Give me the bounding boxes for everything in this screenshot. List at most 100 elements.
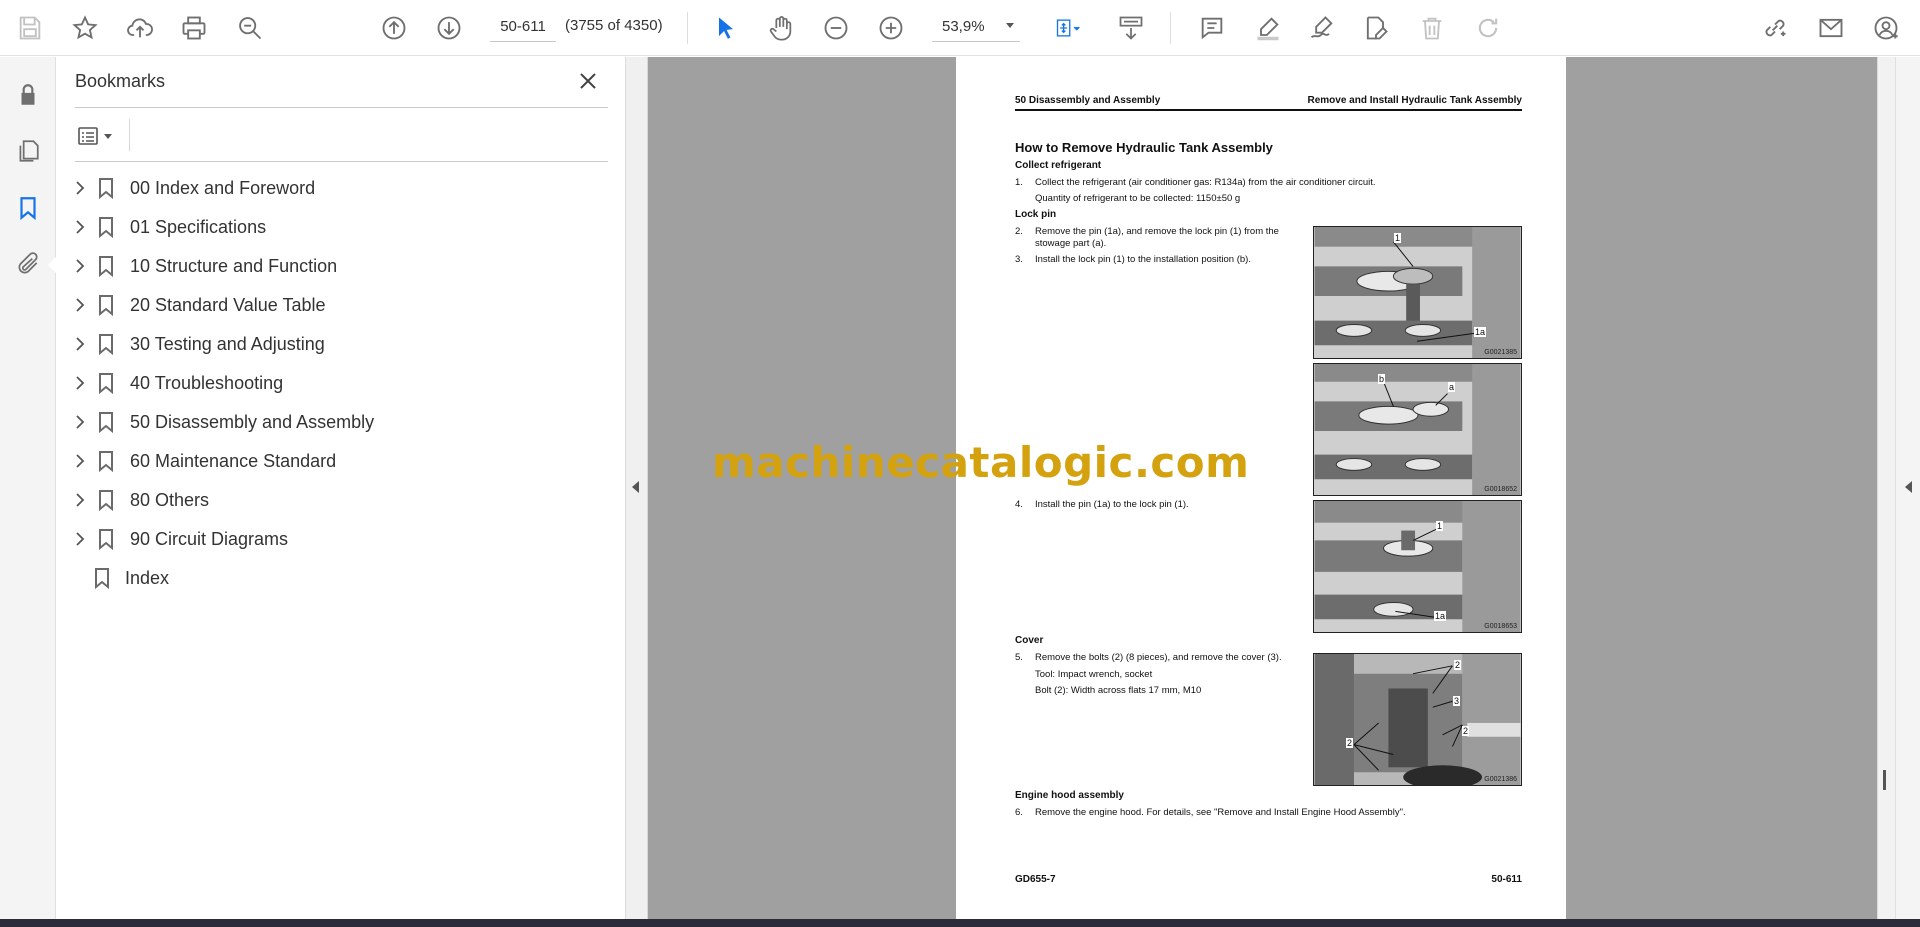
bookmark-label: 10 Structure and Function [130,256,338,276]
bookmark-flag-icon [96,372,116,395]
save-icon[interactable] [12,8,48,48]
figure-callout: 1 [1436,521,1444,531]
chevron-right-icon[interactable] [72,414,88,430]
chevron-right-icon[interactable] [72,453,88,469]
step-number: 6. [1015,807,1023,818]
right-panel-toggle[interactable] [1895,57,1920,919]
chevron-right-icon[interactable] [72,258,88,274]
chevron-right-icon[interactable] [72,375,88,391]
step-number: 1. [1015,177,1023,188]
chevron-right-icon[interactable] [72,492,88,508]
lock-icon[interactable] [12,79,44,111]
page-count-label: (3755 of 4350) [565,17,663,34]
draw-pen-icon[interactable] [1304,8,1340,48]
bookmarks-panel-title: Bookmarks [75,71,166,91]
subheading-collect-refrigerant: Collect refrigerant [1015,160,1102,171]
bookmark-item[interactable]: 80 Others [56,481,626,520]
page-footer-model: GD655-7 [1015,874,1056,885]
bookmarks-panel: Bookmarks 00 Index and Foreword 01 Speci… [56,57,626,919]
bookmark-item[interactable]: 40 Troubleshooting [56,364,626,403]
pdf-page: 50 Disassembly and Assembly Remove and I… [956,57,1566,919]
attachments-icon[interactable] [12,248,44,280]
fill-sign-icon[interactable] [1358,8,1394,48]
bookmark-item[interactable]: 60 Maintenance Standard [56,442,626,481]
bookmark-item[interactable]: 50 Disassembly and Assembly [56,403,626,442]
step-subtext: Quantity of refrigerant to be collected:… [1035,193,1241,204]
step-text: Remove the engine hood. For details, see… [1035,807,1406,818]
figure-callout: 1 [1394,233,1402,243]
account-icon[interactable] [1868,8,1904,48]
previous-page-icon[interactable] [376,8,412,48]
close-icon[interactable] [576,69,600,93]
bookmark-item[interactable]: 30 Testing and Adjusting [56,325,626,364]
bookmarks-icon[interactable] [12,192,44,224]
select-cursor-icon[interactable] [708,8,744,48]
zoom-level-dropdown[interactable]: 53,9% [932,12,1020,42]
page-header-right: Remove and Install Hydraulic Tank Assemb… [1307,95,1522,106]
zoom-out-icon[interactable] [818,8,854,48]
figure-code: G0021385 [1484,349,1517,356]
figure-lock-pin-install-position: b a G0018652 [1313,363,1522,496]
bookmark-item[interactable]: 20 Standard Value Table [56,286,626,325]
step-text: Remove the bolts (2) (8 pieces), and rem… [1035,652,1282,663]
figure-callout: 2 [1346,738,1354,748]
bookmark-item[interactable]: 90 Circuit Diagrams [56,520,626,559]
find-zoom-icon[interactable] [232,8,268,48]
share-link-icon[interactable] [1757,8,1793,48]
bookmark-label: 00 Index and Foreword [130,178,316,198]
chevron-right-icon[interactable] [72,219,88,235]
page-footer-number: 50-611 [1491,874,1522,885]
bookmark-options-button[interactable] [76,121,122,151]
active-panel-pointer [48,257,56,273]
step-number: 5. [1015,652,1023,663]
figure-callout: 1a [1474,327,1487,337]
bookmark-label: 80 Others [130,490,210,510]
bookmark-label: 50 Disassembly and Assembly [130,412,375,432]
chevron-right-icon[interactable] [72,531,88,547]
chevron-right-icon[interactable] [72,180,88,196]
vertical-scrollbar[interactable] [1877,57,1895,919]
bookmark-flag-icon [96,450,116,473]
print-icon[interactable] [176,8,212,48]
bookmark-label: 40 Troubleshooting [130,373,284,393]
email-icon[interactable] [1813,8,1849,48]
bookmark-flag-icon [96,216,116,239]
step-text: Install the lock pin (1) to the installa… [1035,254,1251,265]
comment-icon[interactable] [1194,8,1230,48]
next-page-icon[interactable] [431,8,467,48]
bookmark-label: Index [125,568,170,588]
figure-callout: 2 [1462,726,1470,736]
panel-divider [75,107,608,108]
header-rule [1015,109,1522,111]
upload-cloud-icon[interactable] [122,8,158,48]
zoom-in-icon[interactable] [873,8,909,48]
scroll-mode-icon[interactable] [1113,8,1149,48]
collapse-panel-button[interactable] [626,57,648,919]
bookmark-item[interactable]: Index [56,559,626,598]
figure-code: G0018653 [1484,623,1517,630]
bookmark-flag-icon [96,294,116,317]
figure-lock-pin-stowage: 1 1a G0021385 [1313,226,1522,359]
bookmark-label: 20 Standard Value Table [130,295,326,315]
left-tool-rail [0,57,56,919]
hand-tool-icon[interactable] [763,8,799,48]
subheading-lock-pin: Lock pin [1015,209,1057,220]
trash-icon[interactable] [1414,8,1450,48]
redo-icon[interactable] [1470,8,1506,48]
fit-page-icon[interactable] [1046,8,1090,48]
step-subtext: Bolt (2): Width across flats 17 mm, M10 [1035,685,1202,696]
bookmark-label: 30 Testing and Adjusting [130,334,325,354]
highlight-pen-icon[interactable] [1250,8,1286,48]
figure-callout: b [1378,374,1386,384]
bookmark-item[interactable]: 01 Specifications [56,208,626,247]
page-number-input[interactable] [490,12,556,42]
star-icon[interactable] [67,8,103,48]
chevron-right-icon[interactable] [72,297,88,313]
bookmark-item[interactable]: 10 Structure and Function [56,247,626,286]
toolbar-divider [1170,12,1171,44]
scrollbar-thumb[interactable] [1883,770,1886,790]
chevron-right-icon[interactable] [72,336,88,352]
page-thumbnails-icon[interactable] [12,135,44,167]
bookmark-item[interactable]: 00 Index and Foreword [56,169,626,208]
bookmark-label: 01 Specifications [130,217,267,237]
